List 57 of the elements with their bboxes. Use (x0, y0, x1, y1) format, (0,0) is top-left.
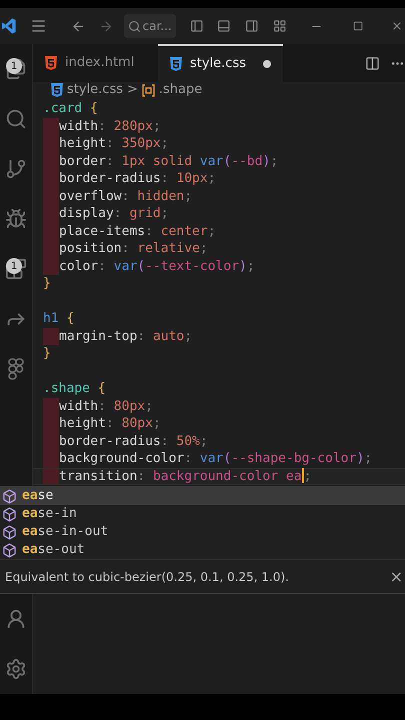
brackets-icon (142, 84, 155, 96)
extensions-icon[interactable] (5, 258, 27, 280)
css-declaration: border-radius: 10px; (59, 170, 216, 188)
suggestion-item[interactable]: ease-in (0, 505, 405, 523)
editor-tab[interactable]: index.html (33, 44, 158, 82)
css-declaration: place-items: center; (59, 222, 216, 240)
files-icon[interactable] (5, 58, 27, 80)
account-icon[interactable] (5, 608, 27, 630)
css-rule-line: } (43, 345, 51, 363)
notification-badge: 1 (6, 58, 22, 74)
css-declaration: height: 80px; (59, 415, 161, 433)
close-button[interactable]: × (390, 564, 403, 588)
css-declaration: height: 350px; (59, 135, 169, 153)
css-declaration: overflow: hidden; (59, 188, 192, 206)
settings-icon[interactable] (5, 658, 27, 680)
css-declaration: width: 80px; (59, 398, 153, 416)
source-control-icon[interactable] (5, 158, 27, 180)
maximize-icon[interactable] (352, 20, 364, 32)
search-icon[interactable] (5, 108, 27, 130)
breadcrumb-item[interactable]: style.css (67, 80, 123, 100)
suggestion-item[interactable]: ease (0, 487, 405, 505)
bug-icon[interactable] (5, 208, 27, 230)
value-icon (2, 506, 17, 522)
value-icon (2, 488, 17, 504)
css-rule-line: h1 { (43, 310, 74, 328)
secondary-sidebar-icon[interactable] (244, 18, 259, 34)
suggestion-detail: Equivalent to cubic-bezier(0.25, 0.1, 0.25, 1.0). (5, 568, 289, 586)
panel-icon[interactable] (217, 18, 231, 34)
notification-badge: 1 (6, 258, 22, 274)
css-declaration: display: grid; (59, 205, 169, 223)
css-rule-line: .card { (43, 100, 98, 118)
file-type-icon (170, 57, 182, 71)
primary-sidebar-icon[interactable] (190, 18, 204, 34)
css-declaration: background-color: var(--shape-bg-color); (59, 450, 372, 468)
editor-tab[interactable]: style.css (158, 44, 283, 82)
search-icon (128, 20, 140, 32)
css-declaration: border-radius: 50%; (59, 432, 208, 450)
suggestion-item[interactable]: ease-in-out (0, 523, 405, 541)
breadcrumb-separator: > (127, 81, 138, 100)
shapes-icon[interactable] (6, 358, 26, 380)
css-declaration: transition: background-color ea; (59, 467, 312, 486)
value-icon (2, 524, 17, 540)
value-icon (2, 542, 17, 558)
suggestion-item[interactable]: ease-out (0, 541, 405, 559)
split-editor-icon[interactable] (365, 56, 380, 70)
css-declaration: width: 280px; (59, 118, 161, 136)
editor-logo-icon[interactable] (2, 17, 16, 35)
css-rule-line: .shape { (43, 380, 106, 398)
css-rule-line: } (43, 275, 51, 293)
search-field[interactable]: car... (124, 14, 176, 38)
css-declaration: border: 1px solid var(--bd); (59, 152, 278, 170)
file-type-icon (45, 56, 57, 70)
breadcrumb-item[interactable]: .shape (158, 80, 202, 100)
css-declaration: color: var(--text-color); (59, 258, 255, 276)
css-declaration: position: relative; (59, 240, 208, 258)
layout-icon[interactable] (272, 18, 286, 34)
css-declaration: margin-top: auto; (59, 328, 192, 346)
